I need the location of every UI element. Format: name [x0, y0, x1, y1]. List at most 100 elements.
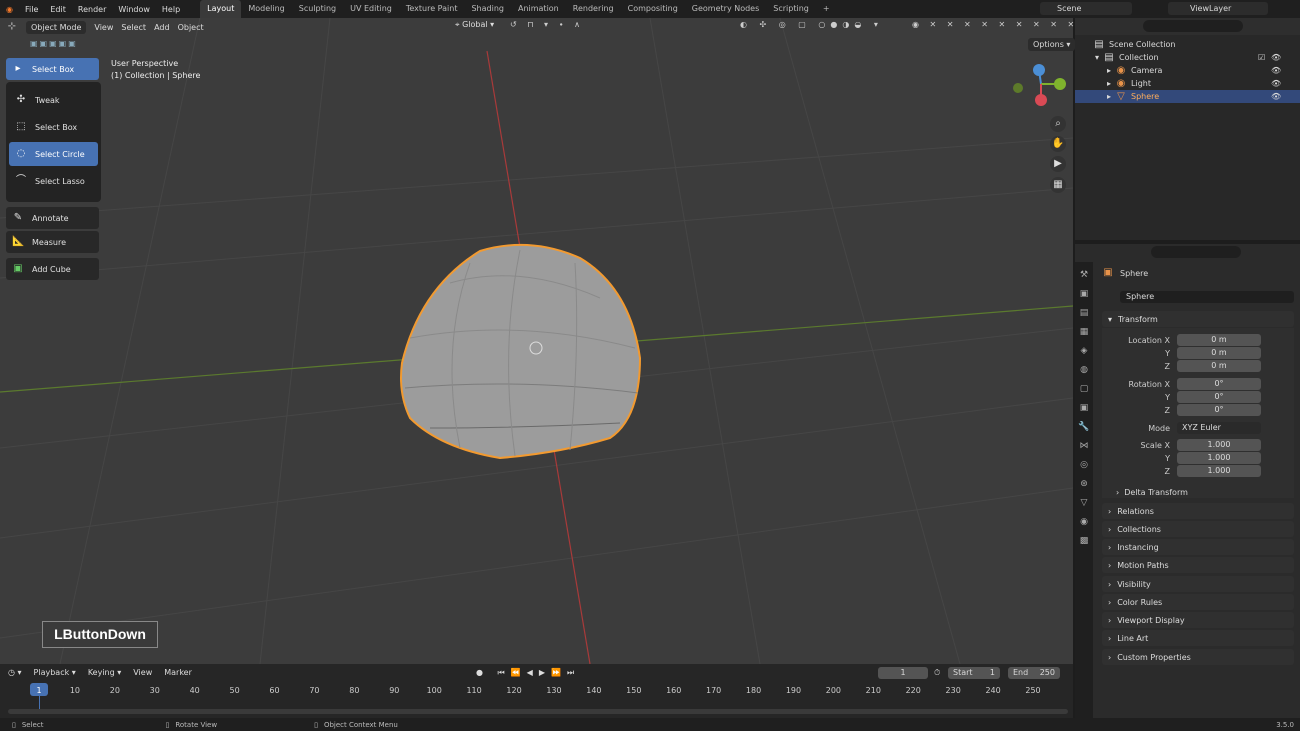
workspace-tab-sculpting[interactable]: Sculpting — [292, 0, 343, 18]
eye-icon[interactable]: 👁 — [1271, 66, 1281, 75]
rotation-mode-dropdown[interactable]: XYZ Euler — [1177, 422, 1261, 434]
navigation-gizmo[interactable] — [1008, 62, 1070, 110]
tool-annotate[interactable]: ✎ Annotate — [6, 207, 99, 229]
viewport-shading-controls[interactable]: ◐ ✣ ◎ ▢ ○●◑◒ ▾ — [740, 20, 883, 29]
select-mode-icons[interactable]: ▣▣▣▣▣ — [30, 39, 78, 48]
menu-file[interactable]: File — [19, 5, 44, 14]
transform-orientation-dropdown[interactable]: ⌖ Global ▾ — [455, 20, 494, 30]
properties-tab-icons[interactable]: ⚒ ▣ ▤ ▦ ◈ ◍ ▢ ▣ 🔧 ⋈ ◎ ⊛ ▽ ◉ ▩ — [1075, 262, 1093, 551]
mode-dropdown[interactable]: Object Mode — [26, 20, 87, 34]
section-motion-paths[interactable]: › Motion Paths — [1102, 557, 1294, 573]
clock-icon[interactable]: ◷ ▾ — [8, 668, 22, 677]
scale-z-field[interactable]: 1.000 — [1177, 465, 1261, 477]
tool-select-box-active[interactable]: ▸ Select Box — [6, 58, 99, 80]
workspace-tab-compositing[interactable]: Compositing — [621, 0, 685, 18]
tool-measure[interactable]: 📐 Measure — [6, 231, 99, 253]
workspace-tab-uv-editing[interactable]: UV Editing — [343, 0, 399, 18]
timeline-menu-keying[interactable]: Keying ▾ — [88, 668, 121, 677]
section-relations[interactable]: › Relations — [1102, 503, 1294, 519]
zoom-icon[interactable]: ⌕ — [1050, 116, 1066, 132]
outliner-row-light[interactable]: ▸ ◉ Light 👁 — [1075, 77, 1300, 90]
flyout-item-select-box[interactable]: ⬚ Select Box — [9, 115, 98, 139]
header-menu-view[interactable]: View — [94, 23, 113, 32]
section-line-art[interactable]: › Line Art — [1102, 630, 1294, 646]
location-y-field[interactable]: 0 m — [1177, 347, 1261, 359]
timeline-scrollbar[interactable] — [8, 709, 1068, 714]
workspace-tab-animation[interactable]: Animation — [511, 0, 566, 18]
options-button[interactable]: Options ▾ — [1028, 38, 1076, 51]
properties-search-input[interactable] — [1151, 246, 1241, 258]
outliner-row-sphere[interactable]: ▸ ▽ Sphere 👁 — [1075, 90, 1300, 103]
version-label: 3.5.0 — [1276, 720, 1294, 729]
outliner-row-collection[interactable]: ▾ ▤ Collection ☑ 👁 — [1075, 51, 1300, 64]
workspace-tab-texture-paint[interactable]: Texture Paint — [399, 0, 465, 18]
expand-arrow-icon[interactable]: ▸ — [1107, 66, 1111, 75]
section-viewport-display[interactable]: › Viewport Display — [1102, 612, 1294, 628]
expand-arrow-icon[interactable]: ▸ — [1107, 79, 1111, 88]
view-layer-selector[interactable]: ViewLayer — [1168, 2, 1268, 15]
scale-y-field[interactable]: 1.000 — [1177, 452, 1261, 464]
timeline-menu-view[interactable]: View — [133, 668, 152, 677]
section-color-rules[interactable]: › Color Rules — [1102, 594, 1294, 610]
checkbox-icon[interactable]: ☑ — [1258, 53, 1265, 62]
timeline-tick-label: 140 — [586, 686, 602, 695]
editor-type-icon[interactable]: ⊹ — [6, 21, 18, 33]
rotation-y-field[interactable]: 0° — [1177, 391, 1261, 403]
location-z-field[interactable]: 0 m — [1177, 360, 1261, 372]
menu-help[interactable]: Help — [156, 5, 186, 14]
workspace-tab-scripting[interactable]: Scripting — [766, 0, 816, 18]
tool-add-cube[interactable]: ▣ Add Cube — [6, 258, 99, 280]
add-workspace-icon[interactable]: + — [816, 0, 837, 18]
stopwatch-icon[interactable]: ⏱ — [934, 668, 940, 678]
subsection-delta-transform[interactable]: › Delta Transform — [1116, 488, 1188, 497]
scale-x-field[interactable]: 1.000 — [1177, 439, 1261, 451]
workspace-tab-geometry-nodes[interactable]: Geometry Nodes — [685, 0, 766, 18]
eye-icon[interactable]: 👁 — [1271, 92, 1281, 101]
snapping-controls[interactable]: ↺ ⊓ ▾ ∙ ∧ — [510, 20, 584, 29]
timeline-menu-playback[interactable]: Playback ▾ — [34, 668, 76, 677]
menu-window[interactable]: Window — [112, 5, 156, 14]
flyout-item-select-lasso[interactable]: ⌒ Select Lasso — [9, 169, 98, 193]
blender-logo-icon[interactable]: ◉ — [0, 5, 19, 14]
section-instancing[interactable]: › Instancing — [1102, 539, 1294, 555]
eye-icon[interactable]: 👁 — [1271, 53, 1281, 62]
pan-hand-icon[interactable]: ✋ — [1050, 136, 1066, 152]
outliner-search-input[interactable] — [1143, 20, 1243, 32]
header-menu-select[interactable]: Select — [121, 23, 146, 32]
camera-view-icon[interactable]: ▶ — [1050, 156, 1066, 172]
object-name-field[interactable]: Sphere — [1120, 291, 1294, 303]
rotation-x-field[interactable]: 0° — [1177, 378, 1261, 390]
visibility-toggles[interactable]: ◉ ✕ ✕ ✕ ✕ ✕ ✕ ✕ ✕ ✕ ✕ — [912, 20, 1095, 29]
playback-controls[interactable]: ● ⏮⏪◀▶⏩⏭ — [476, 668, 580, 678]
current-frame-field[interactable]: 1 — [878, 667, 928, 679]
3d-viewport[interactable] — [0, 18, 1073, 664]
header-menu-object[interactable]: Object — [178, 23, 204, 32]
outliner-row-camera[interactable]: ▸ ◉ Camera 👁 — [1075, 64, 1300, 77]
workspace-tab-modeling[interactable]: Modeling — [241, 0, 291, 18]
section-custom-properties[interactable]: › Custom Properties — [1102, 649, 1294, 665]
workspace-tab-layout[interactable]: Layout — [200, 0, 242, 18]
expand-arrow-icon[interactable]: ▾ — [1095, 53, 1099, 62]
flyout-item-select-circle[interactable]: ◌ Select Circle — [9, 142, 98, 166]
location-x-field[interactable]: 0 m — [1177, 334, 1261, 346]
section-visibility[interactable]: › Visibility — [1102, 576, 1294, 592]
section-collections[interactable]: › Collections — [1102, 521, 1294, 537]
start-frame-field[interactable]: Start 1 — [948, 667, 1000, 679]
end-frame-field[interactable]: End 250 — [1008, 667, 1060, 679]
menu-render[interactable]: Render — [72, 5, 112, 14]
rotation-z-field[interactable]: 0° — [1177, 404, 1261, 416]
ortho-toggle-icon[interactable]: ▦ — [1050, 177, 1066, 193]
workspace-tab-rendering[interactable]: Rendering — [566, 0, 621, 18]
eye-icon[interactable]: 👁 — [1271, 79, 1281, 88]
header-menu-add[interactable]: Add — [154, 23, 170, 32]
workspace-tab-shading[interactable]: Shading — [464, 0, 511, 18]
menu-edit[interactable]: Edit — [44, 5, 72, 14]
expand-arrow-icon: › — [1108, 560, 1112, 570]
section-transform[interactable]: ▾ Transform — [1102, 311, 1294, 327]
expand-arrow-icon[interactable]: ▸ — [1107, 92, 1111, 101]
expand-arrow-icon: › — [1108, 652, 1112, 662]
flyout-item-tweak[interactable]: ✣ Tweak — [9, 88, 98, 112]
timeline-menu-marker[interactable]: Marker — [164, 668, 192, 677]
scene-selector[interactable]: Scene — [1040, 2, 1132, 15]
outliner-row-scene-collection[interactable]: ▤ Scene Collection — [1075, 38, 1300, 51]
